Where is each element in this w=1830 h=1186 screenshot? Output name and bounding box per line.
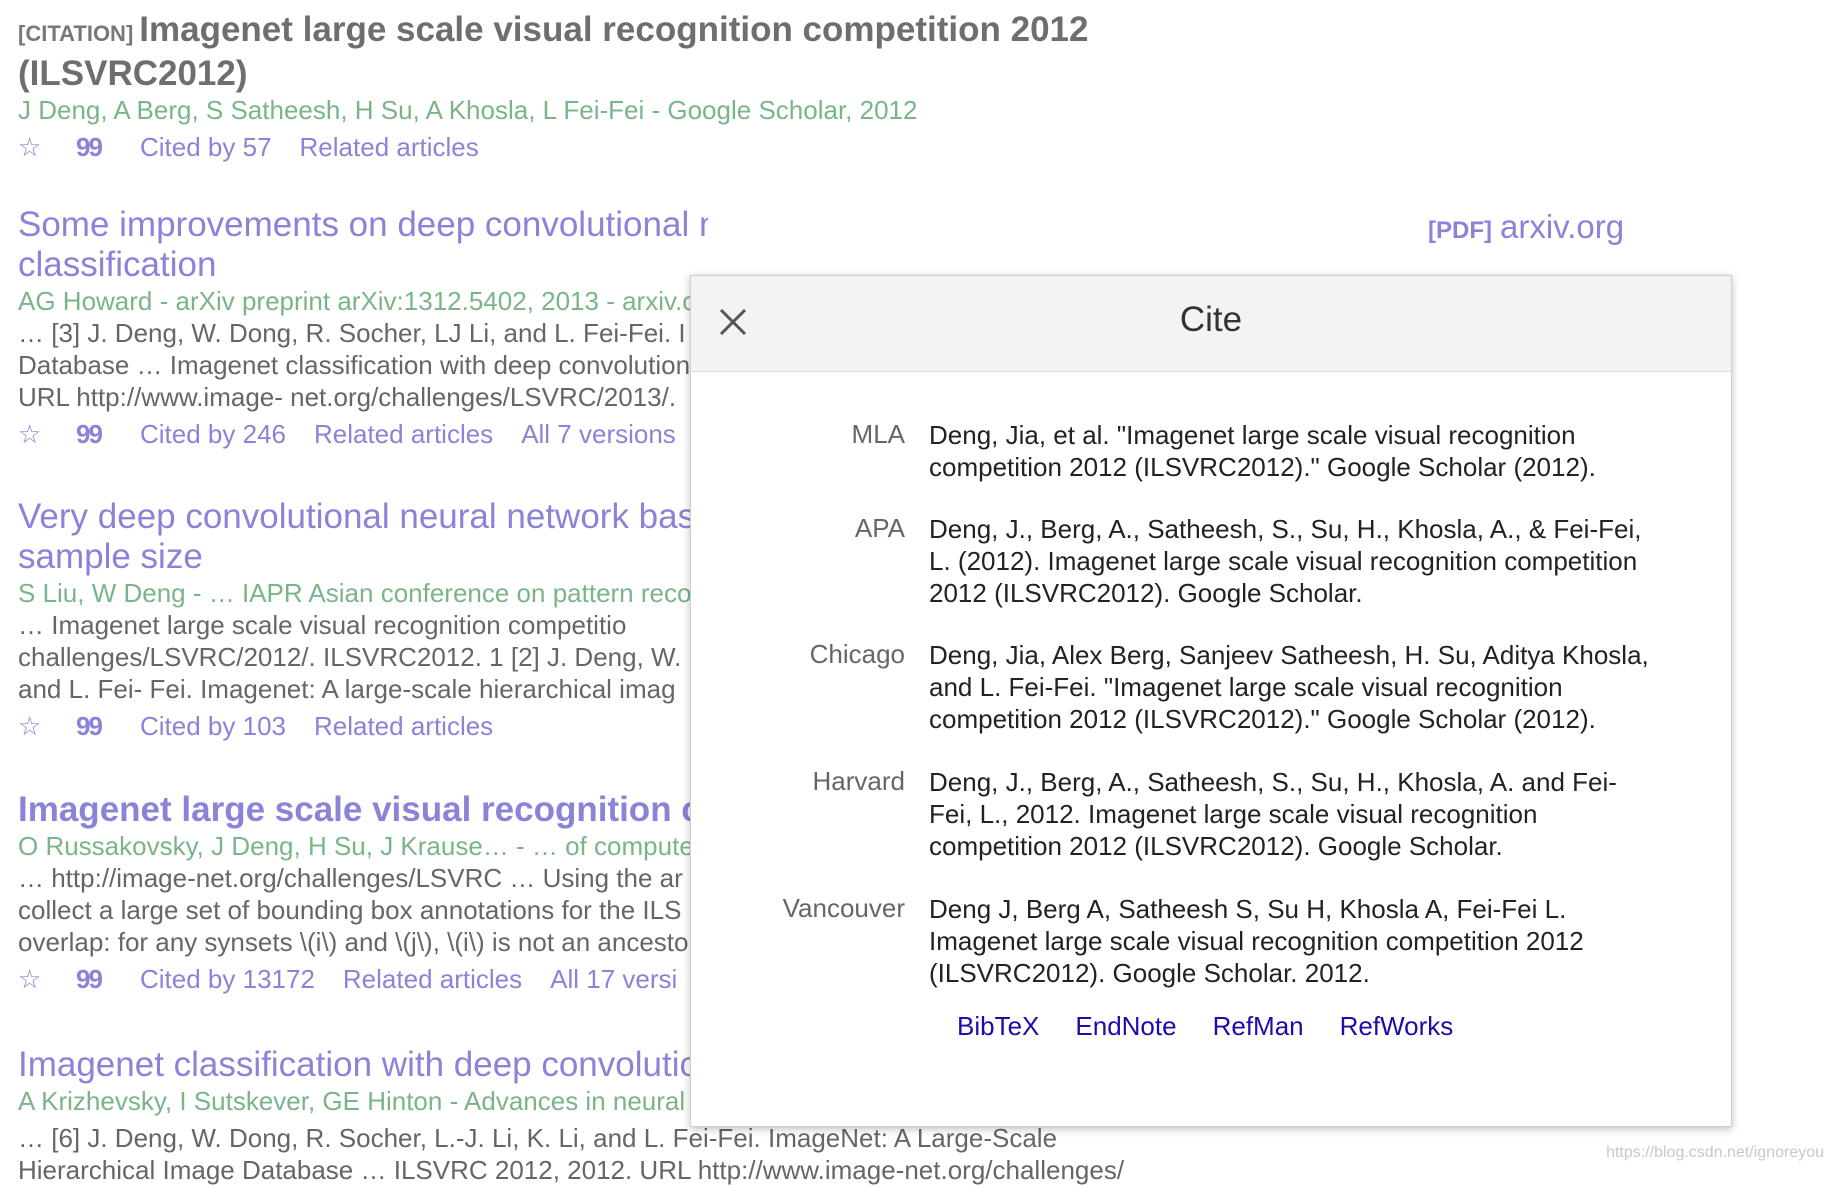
result-snippet-line: URL http://www.image- net.org/challenges… <box>18 382 677 412</box>
citation-text[interactable]: Deng, J., Berg, A., Satheesh, S., Su, H.… <box>929 766 1659 862</box>
refman-link[interactable]: RefMan <box>1213 1011 1304 1041</box>
result-title[interactable]: Very deep convolutional neural network b… <box>18 497 708 577</box>
result-title[interactable]: Some improvements on deep convolutional … <box>18 205 708 285</box>
cited-by-link[interactable]: Cited by 103 <box>140 711 286 741</box>
result-snippet-line: collect a large set of bounding box anno… <box>18 895 682 925</box>
quote-icon[interactable]: 99 <box>76 709 112 743</box>
citation-style-label: Vancouver <box>782 893 905 923</box>
quote-icon[interactable]: 99 <box>76 962 112 996</box>
related-articles-link[interactable]: Related articles <box>343 964 522 994</box>
quote-icon[interactable]: 99 <box>76 417 112 451</box>
result-snippet-line: … Imagenet large scale visual recognitio… <box>18 610 627 640</box>
result-item: Very deep convolutional neural network b… <box>18 497 708 743</box>
result-authors: S Liu, W Deng - … IAPR Asian conference … <box>18 578 692 608</box>
related-articles-link[interactable]: Related articles <box>314 711 493 741</box>
all-versions-link[interactable]: All 7 versions <box>521 419 676 449</box>
refworks-link[interactable]: RefWorks <box>1340 1011 1454 1041</box>
pdf-link[interactable]: [PDF] arxiv.org <box>1428 208 1624 246</box>
result-title[interactable]: Imagenet classification with deep convol… <box>18 1045 708 1085</box>
results-visible-area: Some improvements on deep convolutional … <box>18 0 708 1164</box>
result-actions: ☆ 99 Cited by 103 Related articles <box>18 709 708 743</box>
result-snippet-block: … [6] J. Deng, W. Dong, R. Socher, L.-J.… <box>18 1122 1318 1186</box>
citation-text[interactable]: Deng, Jia, et al. "Imagenet large scale … <box>929 419 1659 483</box>
result-item: Imagenet classification with deep convol… <box>18 1045 708 1117</box>
watermark: https://blog.csdn.net/ignoreyou <box>1606 1144 1824 1161</box>
cited-by-link[interactable]: Cited by 246 <box>140 419 286 449</box>
result-authors: A Krizhevsky, I Sutskever, GE Hinton - A… <box>18 1086 686 1116</box>
cited-by-link[interactable]: Cited by 13172 <box>140 964 315 994</box>
result-item: Some improvements on deep convolutional … <box>18 205 708 451</box>
result-snippet-line: … http://image-net.org/challenges/LSVRC … <box>18 863 683 893</box>
all-versions-link[interactable]: All 17 versi <box>550 964 677 994</box>
result-snippet-line: challenges/LSVRC/2012/. ILSVRC2012. 1 [2… <box>18 642 682 672</box>
result-actions: ☆ 99 Cited by 13172 Related articles All 17 … <box>18 962 708 996</box>
result-title[interactable]: Imagenet large scale visual recognition … <box>18 790 708 830</box>
result-authors: O Russakovsky, J Deng, H Su, J Krause… -… <box>18 831 694 861</box>
citation-text[interactable]: Deng, J., Berg, A., Satheesh, S., Su, H.… <box>929 513 1659 609</box>
related-articles-link[interactable]: Related articles <box>314 419 493 449</box>
star-icon[interactable]: ☆ <box>18 709 48 743</box>
export-links: BibTeX EndNote RefMan RefWorks <box>957 1011 1489 1042</box>
cite-dialog-title: Cite <box>1179 300 1243 339</box>
star-icon[interactable]: ☆ <box>18 417 48 451</box>
star-icon[interactable]: ☆ <box>18 962 48 996</box>
citation-style-label: APA <box>854 513 905 543</box>
citation-style-label: MLA <box>851 419 905 449</box>
citation-style-label: Chicago <box>809 639 905 669</box>
result-snippet-line: … [3] J. Deng, W. Dong, R. Socher, LJ Li… <box>18 318 686 348</box>
result-snippet-line: overlap: for any synsets \(i\) and \(j\)… <box>18 927 689 957</box>
result-actions: ☆ 99 Cited by 246 Related articles All 7 ver… <box>18 417 708 451</box>
citation-text[interactable]: Deng, Jia, Alex Berg, Sanjeev Satheesh, … <box>929 639 1659 735</box>
result-authors: AG Howard - arXiv preprint arXiv:1312.54… <box>18 286 697 316</box>
cite-dialog: Cite MLA Deng, Jia, et al. "Imagenet lar… <box>690 275 1732 1127</box>
bibtex-link[interactable]: BibTeX <box>957 1011 1039 1041</box>
endnote-link[interactable]: EndNote <box>1075 1011 1176 1041</box>
result-snippet-line: Hierarchical Image Database … ILSVRC 201… <box>18 1155 1125 1185</box>
cite-dialog-header: Cite <box>691 276 1731 372</box>
citation-style-label: Harvard <box>812 766 905 796</box>
result-snippet-line: Database … Imagenet classification with … <box>18 350 691 380</box>
citation-text[interactable]: Deng J, Berg A, Satheesh S, Su H, Khosla… <box>929 893 1659 989</box>
result-item: Imagenet large scale visual recognition … <box>18 790 708 996</box>
result-snippet-line: and L. Fei- Fei. Imagenet: A large-scale… <box>18 674 676 704</box>
